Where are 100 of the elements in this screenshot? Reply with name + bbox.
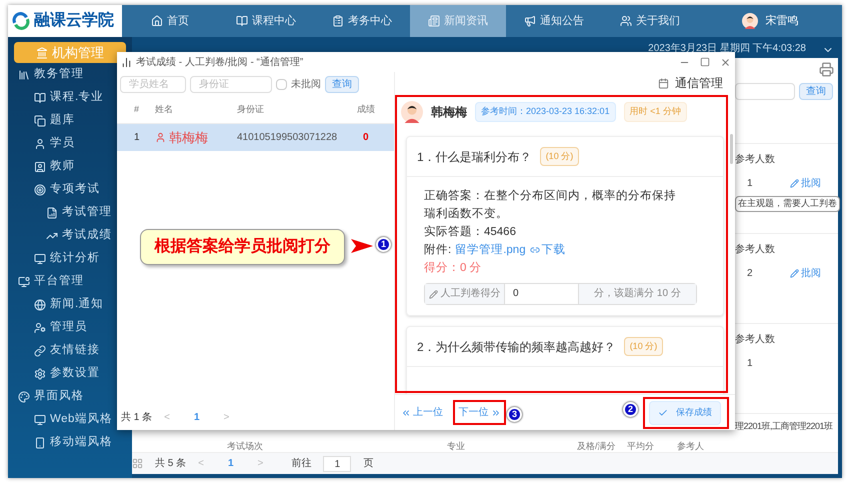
- search-button[interactable]: 查询: [799, 82, 833, 100]
- table-cell-text: 1: [746, 176, 754, 190]
- column-header: 姓名: [155, 102, 174, 116]
- previous-icon: [401, 408, 411, 418]
- link-icon: [530, 245, 540, 255]
- sidebar-item[interactable]: 课程.专业: [8, 86, 104, 109]
- nav-tab[interactable]: 首页: [122, 5, 218, 37]
- total-count: 共 5 条: [155, 456, 186, 471]
- unmarked-checkbox[interactable]: [276, 78, 287, 90]
- column-header: 及格/满分: [577, 440, 617, 452]
- menu-icon: [34, 160, 46, 172]
- column-header: 参考人: [677, 440, 705, 452]
- dialog-title: 考试成绩 - 人工判卷/批阅 - “通信管理”: [136, 56, 304, 70]
- column-header: 平均分: [627, 440, 655, 452]
- table-cell-text: 1: [746, 356, 754, 370]
- sidebar-item[interactable]: 平台管理: [8, 270, 84, 293]
- id-field[interactable]: 身份证: [190, 76, 272, 92]
- question-title: 2．为什么频带传输的频率越高越好？: [417, 338, 616, 356]
- nav-tab[interactable]: 考务中心: [314, 5, 410, 37]
- exam-time-tag: 参考时间：2023-03-23 16:32:01: [475, 102, 616, 122]
- grid-icon[interactable]: [132, 458, 143, 469]
- name-field[interactable]: 学员姓名: [120, 76, 186, 92]
- nav-icon: [151, 15, 163, 27]
- sidebar-item[interactable]: 管理员: [8, 316, 88, 339]
- scrollbar[interactable]: [730, 134, 733, 164]
- sidebar-item[interactable]: 题库: [8, 109, 75, 132]
- sidebar-item[interactable]: 教师: [8, 155, 75, 178]
- menu-icon: [34, 114, 46, 126]
- person-icon: [155, 132, 166, 143]
- print-icon[interactable]: [819, 62, 834, 76]
- menu-icon: [46, 206, 58, 218]
- page-number[interactable]: 1: [182, 410, 212, 424]
- sidebar-item[interactable]: Web端风格: [8, 408, 112, 431]
- next-student-link[interactable]: 下一位: [458, 405, 500, 420]
- student-row[interactable]: 1 韩梅梅 410105199503071228 0: [117, 124, 394, 151]
- attachment-label: 附件:: [424, 242, 452, 258]
- table-cell-text: 理2201班,工商管理2201班: [735, 420, 833, 434]
- page-input[interactable]: 1: [323, 456, 352, 472]
- grade-field[interactable]: 0: [505, 284, 578, 304]
- score-text: 得分：0 分: [424, 260, 483, 276]
- menu-icon: [34, 298, 46, 310]
- sidebar-item[interactable]: 考试管理: [8, 201, 112, 224]
- tooltip: 在主观题，需要人工判卷: [735, 196, 840, 212]
- query-button[interactable]: 查询: [325, 76, 359, 92]
- column-header: 身份证: [237, 102, 265, 116]
- sidebar-item[interactable]: 考试成绩: [8, 224, 112, 247]
- save-button[interactable]: 保存成绩: [649, 400, 721, 424]
- sidebar-item[interactable]: 界面风格: [8, 385, 84, 408]
- sidebar-item[interactable]: 专项考试: [8, 178, 100, 201]
- menu-icon: [34, 184, 46, 196]
- nav-icon: [236, 15, 248, 27]
- maximize-icon[interactable]: [700, 57, 710, 67]
- menu-icon: [34, 92, 46, 104]
- menu-icon: [34, 414, 46, 426]
- sidebar-item[interactable]: 参数设置: [8, 362, 100, 385]
- menu-icon: [34, 138, 46, 150]
- sidebar-item[interactable]: 学员: [8, 132, 75, 155]
- attachment-link[interactable]: 留学管理.png: [455, 241, 526, 259]
- exam-name: 通信管理: [675, 75, 723, 92]
- arrow-icon: [351, 238, 373, 254]
- column-header: 考试场次: [227, 440, 264, 452]
- mark-link[interactable]: 批阅: [790, 176, 821, 190]
- close-icon[interactable]: [720, 56, 731, 68]
- points-tag: (10 分): [624, 336, 664, 356]
- pen-icon: [790, 178, 799, 188]
- sidebar-item[interactable]: 友情链接: [8, 339, 100, 362]
- question-title: 1．什么是瑞利分布？: [417, 148, 532, 166]
- column-header: 成绩: [357, 102, 375, 116]
- nav-tab[interactable]: 通知公告: [506, 5, 602, 37]
- menu-icon: [34, 436, 46, 448]
- total-count: 共 1 条: [121, 410, 152, 424]
- nav-tab[interactable]: 关于我们: [602, 5, 698, 37]
- sidebar-item[interactable]: 新闻.通知: [8, 293, 104, 316]
- score-cell-text: 0: [362, 131, 369, 145]
- column-header: 专业: [447, 440, 466, 452]
- mark-link[interactable]: 批阅: [790, 266, 821, 280]
- previous-student-link[interactable]: 上一位: [401, 405, 443, 420]
- menu-icon: [34, 322, 46, 334]
- sidebar-item[interactable]: 移动端风格: [8, 431, 112, 454]
- next-icon: [490, 408, 500, 418]
- correct-answer: 正确答案：在整个分布区间内，概率的分布保持瑞利函数不变。: [424, 188, 677, 222]
- building-icon: [36, 46, 48, 58]
- menu-icon: [34, 344, 46, 356]
- sidebar-item[interactable]: 教务管理: [8, 63, 84, 86]
- user-name[interactable]: 宋雷鸣: [766, 12, 798, 30]
- nav-icon: [524, 15, 536, 27]
- nav-tab[interactable]: 课程中心: [218, 5, 314, 37]
- logo-icon: [12, 12, 30, 30]
- download-link[interactable]: 下载: [530, 241, 566, 259]
- student-avatar: [401, 101, 423, 123]
- column-header: 参考人数: [735, 242, 776, 257]
- date-time: 2023年3月23日 星期四 下午4:03:28: [648, 42, 806, 56]
- menu-icon: [18, 390, 30, 402]
- page-unit: 页: [363, 457, 374, 471]
- checkbox-label: 未批阅: [291, 78, 321, 92]
- page-number[interactable]: 1: [216, 456, 246, 471]
- sidebar-item[interactable]: 统计分析: [8, 247, 100, 270]
- grade-suffix: 分，该题满分 10 分: [578, 284, 696, 304]
- menu-icon: [18, 68, 30, 80]
- logo-text: 融课云学院: [34, 10, 114, 31]
